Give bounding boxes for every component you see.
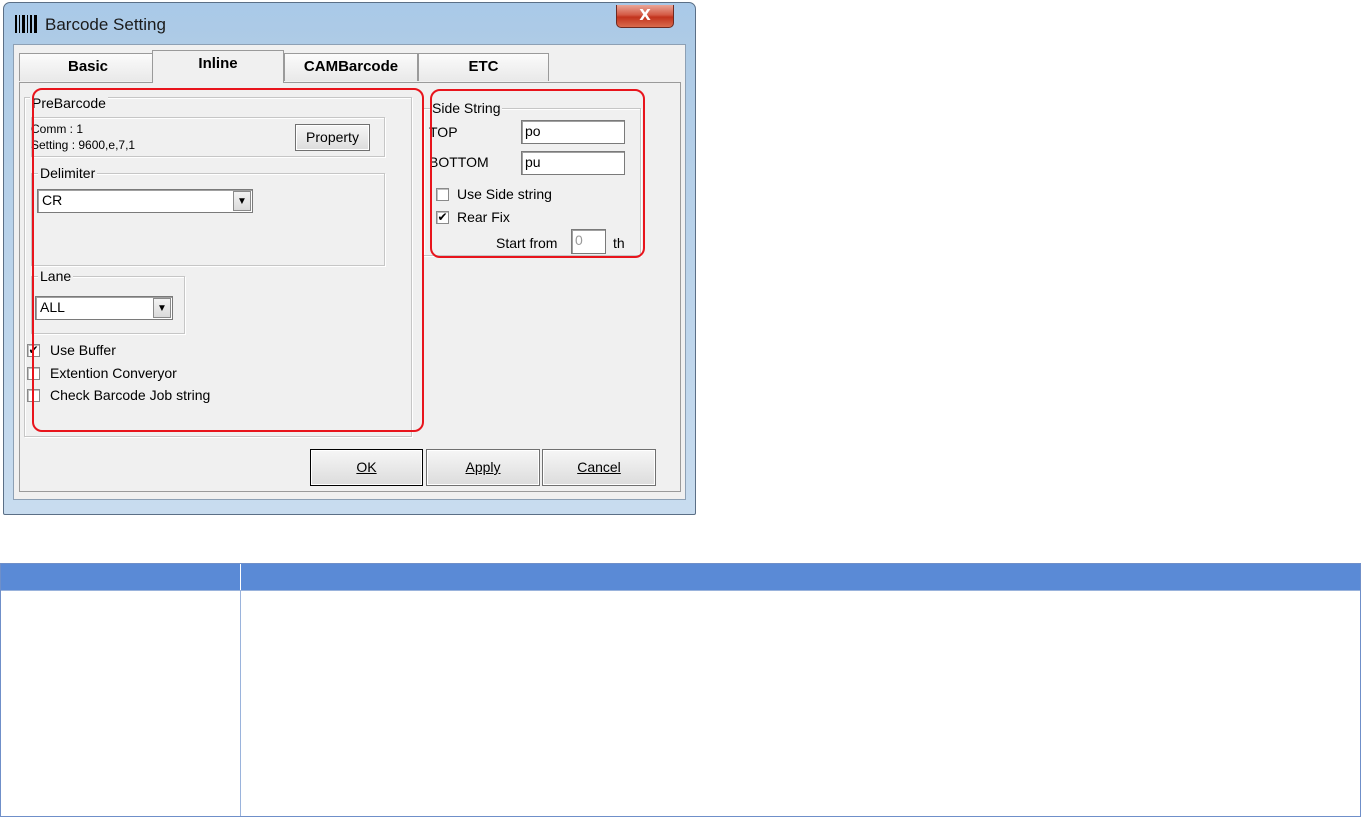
tab-inline[interactable]: Inline bbox=[152, 50, 284, 83]
close-button[interactable]: X bbox=[616, 5, 674, 28]
table-cell-1 bbox=[0, 590, 241, 817]
barcode-setting-window: Barcode Setting X Basic Inline CAMBarcod… bbox=[1, 0, 698, 517]
table-cell-2 bbox=[240, 590, 1361, 817]
side-string-highlight bbox=[430, 89, 645, 258]
tab-cambarcode[interactable]: CAMBarcode bbox=[284, 53, 418, 81]
ok-button-label: OK bbox=[356, 459, 377, 475]
cancel-button-label: Cancel bbox=[577, 459, 621, 475]
description-table bbox=[0, 563, 1361, 817]
cancel-button[interactable]: Cancel bbox=[542, 449, 656, 486]
tab-basic[interactable]: Basic bbox=[19, 53, 157, 81]
barcode-icon bbox=[15, 15, 37, 33]
apply-button-label: Apply bbox=[465, 459, 501, 475]
ok-button[interactable]: OK bbox=[310, 449, 423, 486]
window-title: Barcode Setting bbox=[45, 15, 166, 34]
table-header-cell-2 bbox=[241, 563, 1361, 590]
tab-etc[interactable]: ETC bbox=[418, 53, 549, 81]
table-header-cell-1 bbox=[0, 563, 240, 590]
close-icon: X bbox=[639, 6, 651, 24]
prebarcode-highlight bbox=[32, 88, 424, 432]
apply-button[interactable]: Apply bbox=[426, 449, 540, 486]
